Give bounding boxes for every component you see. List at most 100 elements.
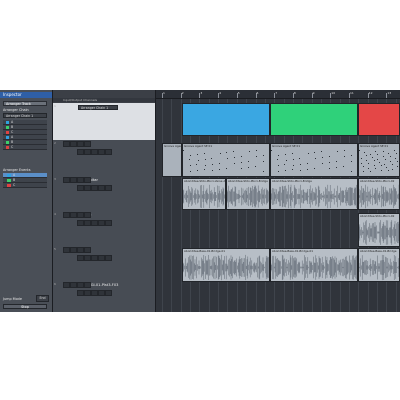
- lanes-button[interactable]: [105, 255, 112, 261]
- midi-note: [329, 168, 331, 169]
- monitor-button[interactable]: [84, 247, 91, 253]
- freeze-button[interactable]: [98, 255, 105, 261]
- track-part[interactable]: Groove Agent: [162, 143, 182, 177]
- project-timeline[interactable]: Groove Agent Groove Agent SE 01 Groove Age…: [156, 99, 400, 312]
- arranger-chain-selector[interactable]: Arranger Chain 1: [78, 105, 118, 110]
- jump-mode-dropdown[interactable]: End: [36, 295, 49, 302]
- event-label: B: [13, 178, 16, 182]
- read-button[interactable]: [77, 290, 84, 296]
- write-button[interactable]: [84, 290, 91, 296]
- track-part[interactable]: Aboriditee-Stdo-Pbn1-02: [358, 178, 400, 210]
- audio-waveform: [271, 254, 357, 281]
- mute-button[interactable]: [63, 212, 70, 218]
- midi-note: [204, 165, 206, 166]
- edit-button[interactable]: [91, 220, 98, 226]
- track-number: 5: [54, 247, 56, 251]
- midi-note: [299, 158, 301, 159]
- solo-button[interactable]: [70, 212, 77, 218]
- track-part[interactable]: Groove Agent SE 01: [182, 143, 270, 177]
- write-button[interactable]: [84, 220, 91, 226]
- read-button[interactable]: [77, 255, 84, 261]
- timeline-ruler[interactable]: 1 2 3 4 5 6 7 8 9 10 11 12 13: [156, 90, 400, 99]
- midi-note: [336, 151, 338, 152]
- write-button[interactable]: [84, 149, 91, 155]
- edit-button[interactable]: [91, 255, 98, 261]
- lanes-button[interactable]: [105, 149, 112, 155]
- track-header[interactable]: 6 Beatz-BGI-01-Plst3-F03: [53, 281, 155, 312]
- read-button[interactable]: [77, 220, 84, 226]
- mute-button[interactable]: [63, 141, 70, 147]
- track-part[interactable]: Groove Agent SE 01: [270, 143, 358, 177]
- monitor-button[interactable]: [84, 282, 91, 288]
- mute-button[interactable]: [63, 282, 70, 288]
- track-part[interactable]: [182, 103, 270, 136]
- read-button[interactable]: [77, 149, 84, 155]
- midi-note: [364, 152, 366, 153]
- track-part[interactable]: Aboriditee-Stdo-Pbn1-Verse A: [182, 178, 226, 210]
- solo-button[interactable]: [70, 247, 77, 253]
- freeze-button[interactable]: [98, 149, 105, 155]
- track-part[interactable]: [270, 103, 358, 136]
- edit-button[interactable]: [91, 185, 98, 191]
- track-header[interactable]: 3Lead Guitar: [53, 176, 155, 212]
- record-button[interactable]: [77, 177, 84, 183]
- track-part[interactable]: Aboriditee-Bass-01-Bridge-01: [182, 248, 270, 282]
- midi-note: [373, 165, 375, 166]
- track-header[interactable]: 2Drums: [53, 140, 155, 177]
- track-part[interactable]: Aboriditee-Stdo-Pbn1-02: [358, 213, 400, 247]
- lanes-button[interactable]: [105, 185, 112, 191]
- track-part[interactable]: Aboriditee-Stdo-Pbn1-Bridge: [226, 178, 270, 210]
- monitor-button[interactable]: [84, 141, 91, 147]
- mute-button[interactable]: [63, 177, 70, 183]
- grid-line: [171, 99, 173, 312]
- track-number: 3: [54, 177, 56, 181]
- edit-button[interactable]: [91, 290, 98, 296]
- freeze-button[interactable]: [98, 185, 105, 191]
- track-header[interactable]: 5Bass: [53, 246, 155, 282]
- edit-button[interactable]: [91, 149, 98, 155]
- track-part[interactable]: [358, 103, 400, 136]
- stop-button[interactable]: Stop: [3, 304, 47, 309]
- lanes-button[interactable]: [105, 220, 112, 226]
- midi-note: [285, 160, 287, 161]
- arranger-chain-dropdown[interactable]: Arranger Chain 1: [3, 113, 47, 118]
- freeze-button[interactable]: [98, 220, 105, 226]
- write-button[interactable]: [84, 255, 91, 261]
- inspector-title[interactable]: Inspector: [0, 92, 52, 98]
- midi-note: [390, 156, 391, 157]
- read-button[interactable]: [77, 185, 84, 191]
- midi-note: [397, 161, 399, 162]
- record-button[interactable]: [77, 212, 84, 218]
- solo-button[interactable]: [70, 141, 77, 147]
- freeze-button[interactable]: [98, 290, 105, 296]
- midi-note: [277, 171, 279, 172]
- inspector-selected-track[interactable]: Arranger Track: [3, 101, 47, 106]
- track-part[interactable]: Aboriditee-Bass-01-Bridge: [358, 248, 400, 282]
- record-button[interactable]: [77, 247, 84, 253]
- midi-note: [183, 150, 184, 151]
- record-button[interactable]: [77, 141, 84, 147]
- midi-note: [292, 159, 294, 160]
- write-button[interactable]: [84, 185, 91, 191]
- solo-button[interactable]: [70, 177, 77, 183]
- track-header[interactable]: 1 Arranger Chain 1: [53, 103, 155, 141]
- monitor-button[interactable]: [84, 177, 91, 183]
- midi-note: [384, 164, 386, 165]
- lanes-button[interactable]: [105, 290, 112, 296]
- midi-note: [375, 168, 377, 169]
- event-label: A: [13, 173, 16, 177]
- ruler-bar-number: 4: [219, 91, 222, 95]
- arranger-section-item[interactable]: C: [3, 145, 47, 151]
- monitor-button[interactable]: [84, 212, 91, 218]
- midi-note: [226, 158, 228, 159]
- track-part[interactable]: Aboriditee-Bass-01-Bridge-01: [270, 248, 358, 282]
- midi-note: [271, 150, 272, 151]
- arranger-event-item[interactable]: C: [3, 183, 47, 189]
- track-part[interactable]: Aboriditee-Stdo-Pbn1-Bridge: [270, 178, 358, 210]
- mute-button[interactable]: [63, 247, 70, 253]
- record-button[interactable]: [77, 282, 84, 288]
- solo-button[interactable]: [70, 282, 77, 288]
- track-header[interactable]: 4Guitar 2: [53, 211, 155, 247]
- track-part[interactable]: Groove Agent SE 01: [358, 143, 400, 177]
- midi-note: [321, 157, 323, 158]
